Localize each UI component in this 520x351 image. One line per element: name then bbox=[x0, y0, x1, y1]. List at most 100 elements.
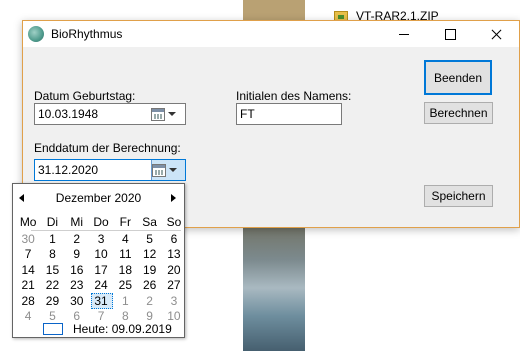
calendar-day-number: 8 bbox=[49, 247, 56, 262]
calendar-day-number: 7 bbox=[24, 247, 32, 262]
calendar-day[interactable]: 13 bbox=[162, 247, 186, 261]
calendar-day[interactable]: 8 bbox=[40, 247, 64, 261]
calendar-day-number: 29 bbox=[45, 293, 60, 308]
weekday-header: Do bbox=[93, 214, 109, 229]
calendar-day-number: 17 bbox=[94, 262, 108, 277]
next-month-icon[interactable] bbox=[171, 194, 176, 202]
calendar-day-number: 11 bbox=[119, 247, 132, 262]
calendar-day[interactable]: 25 bbox=[113, 278, 137, 292]
calendar-day[interactable]: 22 bbox=[40, 278, 64, 292]
birth-date-label: Datum Geburtstag: bbox=[34, 89, 136, 103]
weekday-header: Mo bbox=[19, 214, 37, 229]
calendar-week-row: 21 22 23 24 25 26 27 bbox=[16, 278, 186, 293]
calendar-day[interactable]: 18 bbox=[113, 263, 137, 277]
calendar-day-selected[interactable]: 31 bbox=[89, 292, 114, 309]
desktop-white-area bbox=[331, 233, 425, 341]
calendar-day[interactable]: 19 bbox=[137, 263, 161, 277]
calendar-day[interactable]: 30 bbox=[16, 232, 40, 246]
quit-button[interactable]: Beenden bbox=[424, 60, 492, 95]
chevron-down-icon bbox=[169, 168, 177, 172]
calendar-day[interactable]: 26 bbox=[137, 278, 161, 292]
calendar-day[interactable]: 5 bbox=[137, 232, 161, 246]
calendar-day[interactable]: 30 bbox=[65, 294, 89, 308]
calendar-day[interactable]: 28 bbox=[16, 294, 40, 308]
calendar-day[interactable]: 1 bbox=[113, 294, 137, 308]
calendar-day[interactable]: 21 bbox=[16, 278, 40, 292]
calendar-day-number: 10 bbox=[167, 309, 181, 324]
calendar-icon bbox=[152, 163, 166, 177]
calendar-day[interactable]: 7 bbox=[89, 309, 113, 323]
minimize-icon[interactable] bbox=[381, 21, 427, 47]
weekday-header: Di bbox=[46, 214, 59, 229]
calendar-day-number: 24 bbox=[94, 278, 108, 293]
calendar-day[interactable]: 12 bbox=[137, 247, 161, 261]
calendar-week-row: 28 29 30 31 1 2 3 bbox=[16, 292, 186, 309]
calendar-day-number: 14 bbox=[21, 262, 35, 277]
calendar-day[interactable]: 6 bbox=[65, 309, 89, 323]
calendar-weekday-row: Mo Di Mi Do Fr Sa So bbox=[16, 214, 186, 229]
calendar-day-number: 27 bbox=[167, 278, 181, 293]
calendar-day[interactable]: 4 bbox=[113, 232, 137, 246]
calendar-day-number: 19 bbox=[142, 262, 157, 277]
birth-date-picker[interactable]: 10.03.1948 bbox=[34, 103, 186, 125]
calendar-day[interactable]: 14 bbox=[16, 263, 40, 277]
calendar-day[interactable]: 6 bbox=[162, 232, 186, 246]
calendar-day-number: 21 bbox=[21, 278, 35, 293]
calendar-day[interactable]: 23 bbox=[65, 278, 89, 292]
calendar-week-row: 7 8 9 10 11 12 13 bbox=[16, 247, 186, 262]
maximize-icon[interactable] bbox=[427, 21, 473, 47]
weekday-header: So bbox=[166, 214, 182, 229]
end-date-picker[interactable]: 31.12.2020 bbox=[34, 159, 186, 181]
calendar-header: Dezember 2020 bbox=[13, 191, 184, 207]
calendar-day[interactable]: 20 bbox=[162, 263, 186, 277]
calendar-day[interactable]: 7 bbox=[16, 247, 40, 261]
calendar-day[interactable]: 16 bbox=[65, 263, 89, 277]
calendar-day-number: 26 bbox=[142, 278, 157, 293]
calendar-week-row: 30 1 2 3 4 5 6 bbox=[16, 231, 186, 246]
calendar-day[interactable]: 10 bbox=[162, 309, 186, 323]
calendar-day-number: 5 bbox=[146, 232, 153, 247]
calculate-button[interactable]: Berechnen bbox=[424, 102, 493, 124]
birth-date-dropdown-button[interactable] bbox=[151, 104, 185, 124]
calendar-month-title[interactable]: Dezember 2020 bbox=[13, 191, 184, 205]
calendar-day[interactable]: 3 bbox=[162, 294, 186, 308]
end-date-dropdown-button[interactable] bbox=[151, 160, 185, 180]
calendar-day[interactable]: 24 bbox=[89, 278, 113, 292]
calendar-day-number: 12 bbox=[142, 247, 157, 262]
calendar-day[interactable]: 17 bbox=[89, 263, 113, 277]
calendar-day[interactable]: 5 bbox=[40, 309, 64, 323]
calendar-day[interactable]: 8 bbox=[113, 309, 137, 323]
close-icon[interactable] bbox=[473, 21, 519, 47]
initials-input[interactable]: FT bbox=[236, 103, 342, 125]
calendar-day[interactable]: 9 bbox=[65, 247, 89, 261]
save-button[interactable]: Speichern bbox=[424, 185, 493, 207]
calendar-day[interactable]: 11 bbox=[113, 247, 137, 261]
calendar-day-number: 31 bbox=[94, 293, 108, 308]
calendar-day[interactable]: 9 bbox=[137, 309, 161, 323]
chevron-down-icon bbox=[168, 112, 176, 116]
calendar-today-footer[interactable]: Heute: 09.09.2019 bbox=[43, 322, 172, 336]
calendar-day[interactable]: 27 bbox=[162, 278, 186, 292]
calendar-day[interactable]: 1 bbox=[40, 232, 64, 246]
calendar-day-number: 3 bbox=[170, 293, 178, 308]
birth-date-value: 10.03.1948 bbox=[38, 107, 99, 121]
today-label: Heute: 09.09.2019 bbox=[73, 322, 172, 336]
initials-value: FT bbox=[240, 107, 255, 121]
calendar-day-number: 16 bbox=[70, 262, 84, 277]
calendar-day[interactable]: 2 bbox=[65, 232, 89, 246]
calendar-week-row: 14 15 16 17 18 19 20 bbox=[16, 262, 186, 277]
calendar-day-number: 8 bbox=[121, 309, 129, 324]
weekday-header: Sa bbox=[142, 214, 157, 229]
calendar-day[interactable]: 3 bbox=[89, 232, 113, 246]
calendar-day-number: 2 bbox=[73, 232, 81, 247]
calendar-day[interactable]: 2 bbox=[137, 294, 161, 308]
calendar-day-number: 10 bbox=[94, 247, 108, 262]
calendar-day[interactable]: 29 bbox=[40, 294, 64, 308]
calendar-day-number: 6 bbox=[170, 232, 178, 247]
calendar-day-number: 9 bbox=[146, 309, 153, 324]
calendar-day[interactable]: 10 bbox=[89, 247, 113, 261]
calendar-day[interactable]: 15 bbox=[40, 263, 64, 277]
calendar-day[interactable]: 4 bbox=[16, 309, 40, 323]
calendar-day-number: 3 bbox=[97, 232, 105, 247]
title-bar[interactable]: BioRhythmus bbox=[23, 21, 519, 47]
